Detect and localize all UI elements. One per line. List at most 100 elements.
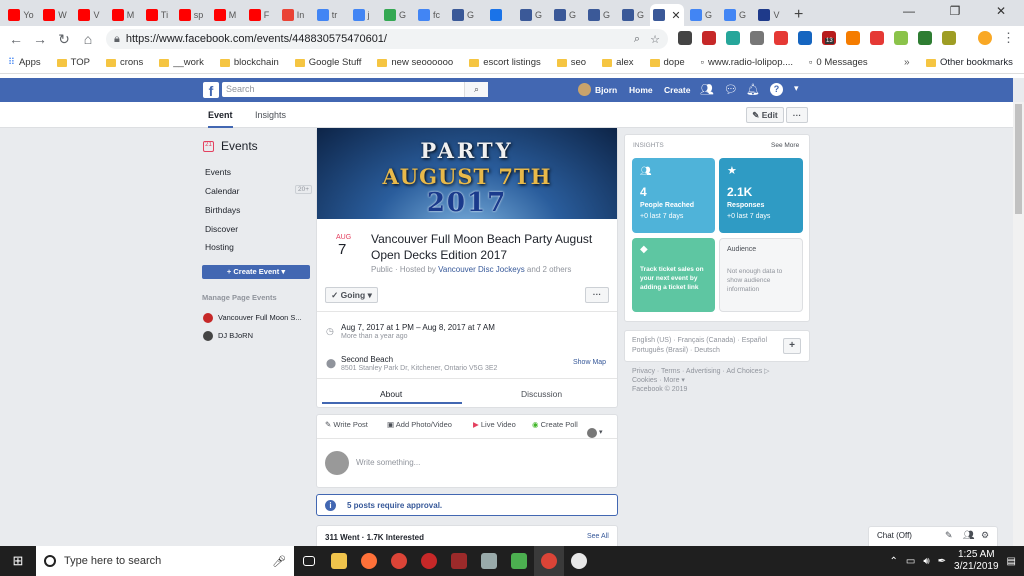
browser-tab[interactable]: M [106, 4, 140, 26]
extension-icon[interactable] [678, 31, 692, 45]
start-button[interactable]: ⊞ [0, 546, 36, 576]
people-reached-tile[interactable]: 👥︎ 4 People Reached +0 last 7 days [632, 158, 715, 233]
scrollbar-thumb[interactable] [1015, 104, 1022, 214]
bookmark-item[interactable]: dope [649, 57, 685, 68]
sidebar-item-hosting[interactable]: Hosting [205, 242, 234, 252]
profile-link[interactable]: Bjorn [595, 78, 617, 102]
microphone-icon[interactable]: 🎤︎ [272, 555, 286, 568]
app-icon[interactable] [414, 546, 444, 576]
tab-insights[interactable]: Insights [255, 102, 286, 128]
sidebar-item-calendar[interactable]: Calendar [205, 186, 240, 196]
edit-button[interactable]: ✎ Edit [746, 107, 784, 123]
profile-avatar[interactable] [978, 31, 992, 45]
event-cover-photo[interactable]: PARTY AUGUST 7TH 2017 [317, 128, 617, 219]
see-more-link[interactable]: See More [771, 142, 799, 149]
host-link[interactable]: Vancouver Disc Jockeys [438, 265, 525, 274]
add-photo-video-tab[interactable]: ▣ Add Photo/Video [387, 420, 452, 429]
more-options-button[interactable]: ··· [786, 107, 808, 123]
app-icon[interactable] [474, 546, 504, 576]
pen-icon[interactable]: ✒ [938, 556, 946, 567]
close-window-button[interactable]: ✕ [978, 0, 1024, 22]
bookmarks-overflow-icon[interactable]: » [904, 57, 910, 68]
reload-button[interactable]: ↻ [52, 31, 76, 48]
notifications-icon[interactable]: 🔔︎ [746, 83, 760, 96]
close-tab-icon[interactable]: ✕ [671, 9, 680, 22]
task-view-icon[interactable] [294, 546, 324, 576]
chevron-down-icon[interactable]: ▾ [599, 428, 603, 436]
add-language-button[interactable]: + [783, 338, 801, 354]
app-icon[interactable] [504, 546, 534, 576]
sidebar-item-events[interactable]: Events [205, 167, 231, 177]
browser-tab[interactable]: G [378, 4, 412, 26]
help-icon[interactable]: ? [770, 83, 783, 96]
chat-bar[interactable]: Chat (Off) ✎ 👥︎ ⚙ [868, 526, 998, 546]
compose-icon[interactable]: ✎ [945, 530, 953, 541]
friend-requests-icon[interactable]: 👥︎ [700, 83, 714, 96]
extension-icon[interactable] [774, 31, 788, 45]
browser-tab[interactable]: In [276, 4, 310, 26]
account-menu-icon[interactable]: ▾ [794, 83, 799, 94]
browser-tab[interactable]: G [718, 4, 752, 26]
file-explorer-icon[interactable] [324, 546, 354, 576]
bookmark-item[interactable]: ▫ 0 Messages [809, 57, 868, 68]
messages-icon[interactable]: 💬︎ [724, 83, 738, 96]
bookmark-item[interactable]: TOP [56, 57, 90, 68]
zoom-icon[interactable]: ⌕ [634, 33, 640, 46]
browser-tab[interactable]: j [344, 4, 378, 26]
taskbar-search[interactable]: Type here to search 🎤︎ [36, 546, 294, 576]
search-icon[interactable]: ⌕ [464, 82, 488, 97]
address-bar[interactable]: 🔒︎ https://www.facebook.com/events/44883… [106, 29, 668, 49]
other-bookmarks[interactable]: Other bookmarks [926, 57, 1013, 68]
extension-icon[interactable] [750, 31, 764, 45]
firefox-icon[interactable] [354, 546, 384, 576]
extension-icon[interactable] [702, 31, 716, 45]
create-link[interactable]: Create [664, 78, 690, 102]
event-place[interactable]: Second Beach [341, 355, 393, 364]
see-all-link[interactable]: See All [587, 533, 609, 540]
new-tab-button[interactable]: + [794, 6, 803, 24]
chrome-menu-icon[interactable]: ⋮ [1002, 30, 1015, 46]
bookmark-item[interactable]: ⠿ Apps [8, 57, 41, 68]
browser-tab[interactable]: G [684, 4, 718, 26]
footer-line[interactable]: Cookies · More ▾ [632, 376, 770, 385]
clock[interactable]: 1:25 AM 3/21/2019 [954, 549, 999, 573]
managed-page-link[interactable]: Vancouver Full Moon S... [218, 313, 302, 322]
managed-page-link[interactable]: DJ BJoRN [218, 331, 253, 340]
event-more-button[interactable]: ··· [585, 287, 609, 303]
bookmark-item[interactable]: ▫ www.radio-lolipop.... [701, 57, 793, 68]
bookmark-star-icon[interactable]: ☆ [650, 33, 660, 46]
bookmark-item[interactable]: Google Stuff [294, 57, 361, 68]
facebook-logo[interactable]: f [203, 82, 219, 99]
minimize-button[interactable]: — [886, 0, 932, 22]
extension-icon[interactable] [894, 31, 908, 45]
post-as-avatar[interactable] [587, 428, 597, 438]
extension-icon[interactable] [870, 31, 884, 45]
browser-tab[interactable]: Yo [4, 4, 38, 26]
itunes-icon[interactable] [564, 546, 594, 576]
gear-icon[interactable]: ⚙ [981, 530, 989, 541]
browser-tab[interactable]: Ti [140, 4, 174, 26]
write-post-tab[interactable]: ✎ Write Post [325, 420, 368, 429]
bookmark-item[interactable]: alex [602, 57, 634, 68]
rss-icon[interactable] [846, 31, 860, 45]
browser-tab[interactable]: M [208, 4, 242, 26]
home-link[interactable]: Home [629, 78, 653, 102]
extension-icon[interactable] [726, 31, 740, 45]
composer-input[interactable]: Write something... [356, 458, 420, 467]
browser-tab[interactable]: W [38, 4, 72, 26]
pending-posts-banner[interactable]: i 5 posts require approval. [316, 494, 618, 516]
create-event-button[interactable]: + Create Event ▾ [202, 265, 310, 279]
browser-tab[interactable]: fc [412, 4, 446, 26]
extension-icon[interactable] [798, 31, 812, 45]
extension-icon[interactable] [942, 31, 956, 45]
people-icon[interactable]: 👥︎ [963, 530, 974, 541]
volume-icon[interactable]: 🔊︎ [923, 556, 929, 567]
forward-button[interactable]: → [28, 31, 52, 47]
responses-tile[interactable]: ★ 2.1K Responses +0 last 7 days [719, 158, 803, 233]
browser-tab[interactable]: G [446, 4, 480, 26]
tab-event[interactable]: Event [208, 102, 233, 128]
bookmark-item[interactable]: seo [556, 57, 586, 68]
browser-tab[interactable]: V [72, 4, 106, 26]
browser-tab[interactable]: G [514, 4, 548, 26]
language-list[interactable]: English (US) · Français (Canada) · Españ… [632, 337, 767, 344]
